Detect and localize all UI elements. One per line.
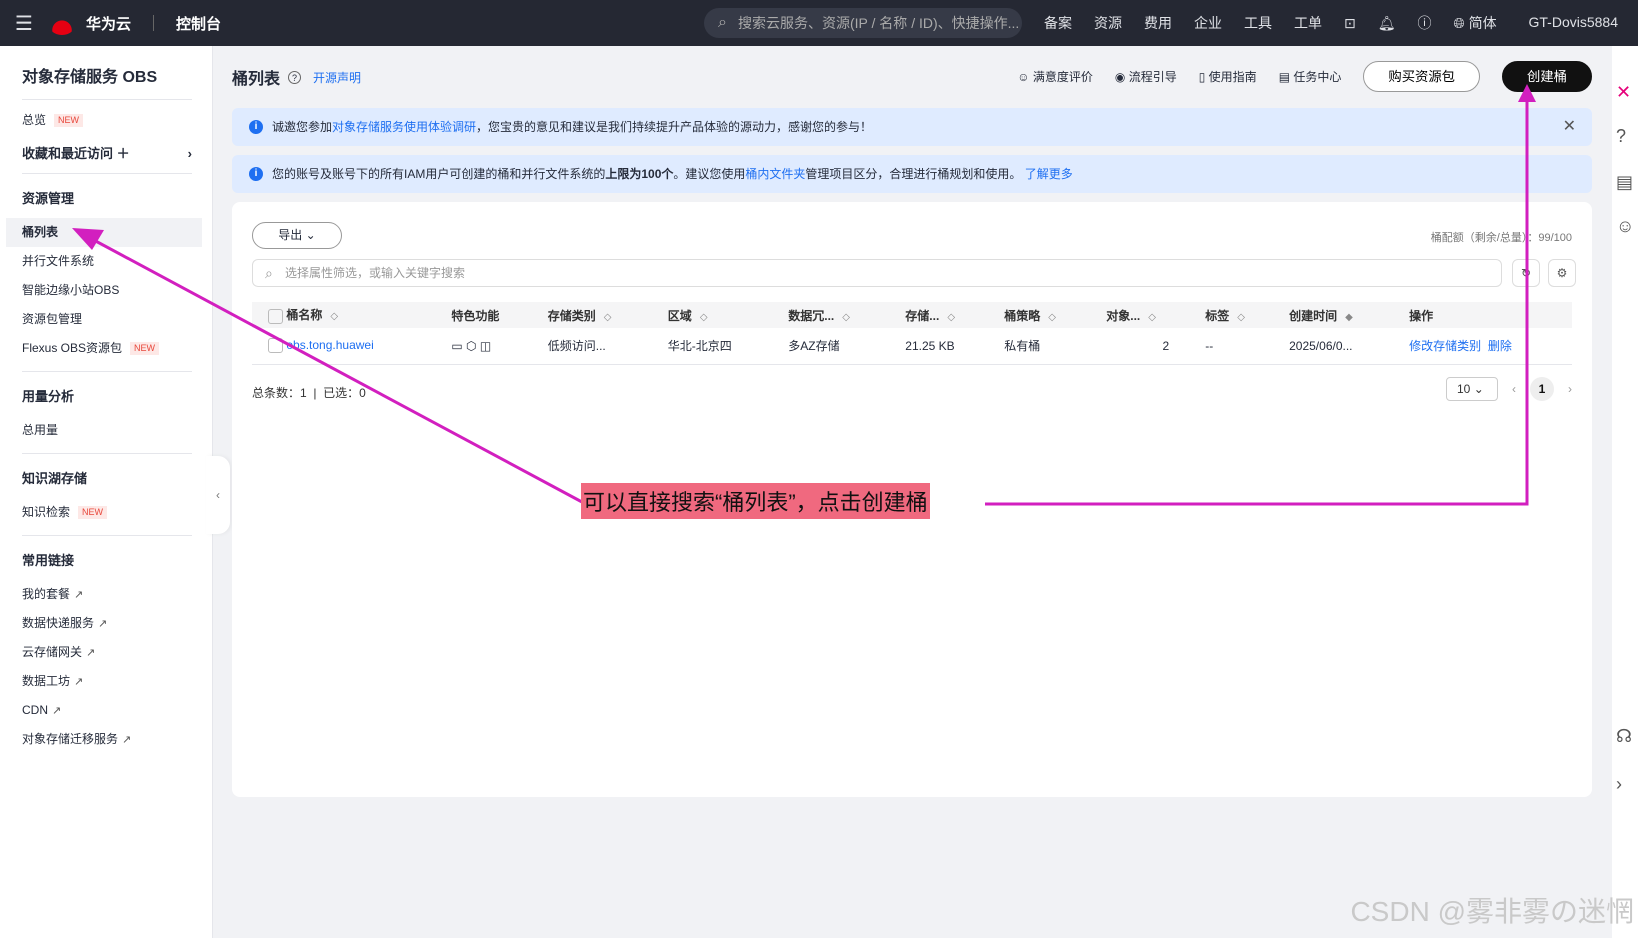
annotation-label: 可以直接搜索“桶列表”，点击创建桶 [581, 483, 930, 519]
annotation-arrows [72, 84, 1536, 506]
